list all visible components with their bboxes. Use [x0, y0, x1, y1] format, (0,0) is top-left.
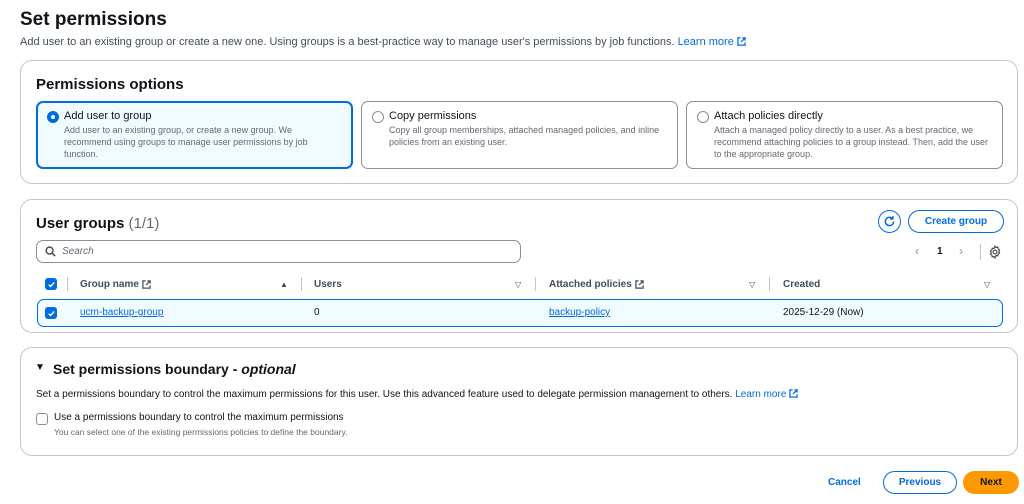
boundary-heading-optional: optional: [241, 361, 296, 377]
user-groups-heading: User groups (1/1): [36, 215, 159, 232]
sort-icon[interactable]: ▽: [984, 280, 990, 289]
column-header-users[interactable]: Users: [314, 273, 342, 295]
option-description: Add user to an existing group, or create…: [64, 125, 308, 159]
pagination-page-number[interactable]: 1: [937, 246, 943, 257]
sort-icon[interactable]: ▽: [515, 280, 521, 289]
create-group-button[interactable]: Create group: [908, 210, 1004, 233]
cancel-button[interactable]: Cancel: [828, 477, 861, 488]
learn-more-link[interactable]: Learn more: [678, 36, 746, 48]
row-checkbox[interactable]: [45, 307, 57, 319]
select-all-checkbox[interactable]: [45, 278, 57, 290]
user-groups-title: User groups: [36, 215, 125, 232]
page-description-text: Add user to an existing group or create …: [20, 36, 675, 48]
checkmark-icon: [47, 281, 55, 288]
radio-unselected-icon[interactable]: [372, 111, 384, 123]
user-groups-count: (1/1): [128, 215, 160, 232]
boundary-description: Set a permissions boundary to control th…: [36, 389, 799, 400]
attached-policy-link[interactable]: backup-policy: [549, 307, 610, 318]
users-count: 0: [314, 307, 320, 318]
external-link-icon: [142, 279, 151, 289]
column-header-attached-policies[interactable]: Attached policies: [549, 273, 644, 295]
search-box: [36, 240, 521, 263]
checkmark-icon: [47, 310, 55, 317]
external-link-icon: [737, 37, 746, 46]
option-description: Attach a managed policy directly to a us…: [714, 125, 989, 159]
sort-icon[interactable]: ▽: [749, 280, 755, 289]
pagination-previous-icon[interactable]: ‹: [915, 244, 919, 258]
group-name-link[interactable]: ucm-backup-group: [80, 307, 163, 318]
radio-unselected-icon[interactable]: [697, 111, 709, 123]
boundary-checkbox[interactable]: [36, 413, 48, 425]
column-divider: [67, 277, 68, 291]
user-groups-panel: User groups (1/1) Create group ‹ 1 › Gro…: [20, 199, 1018, 333]
external-link-icon: [789, 389, 799, 398]
permissions-options-heading: Permissions options: [36, 76, 184, 93]
created-date: 2025-12-29 (Now): [783, 307, 864, 318]
pagination-next-icon[interactable]: ›: [959, 244, 963, 258]
caret-down-icon[interactable]: ▼: [35, 362, 45, 373]
permissions-boundary-panel: ▼ Set permissions boundary - optional Se…: [20, 347, 1018, 456]
option-title: Attach policies directly: [714, 110, 823, 122]
page-description: Add user to an existing group or create …: [20, 36, 746, 48]
boundary-heading[interactable]: Set permissions boundary - optional: [53, 361, 296, 377]
option-attach-policies-directly[interactable]: Attach policies directly Attach a manage…: [686, 101, 1003, 169]
column-divider: [301, 277, 302, 291]
refresh-button[interactable]: [878, 210, 901, 233]
learn-more-label: Learn more: [677, 36, 734, 48]
boundary-learn-more-link[interactable]: Learn more: [735, 389, 799, 400]
pagination-divider: [980, 244, 981, 260]
page-title: Set permissions: [20, 9, 167, 30]
column-header-group-name[interactable]: Group name: [80, 273, 151, 295]
column-header-created[interactable]: Created: [783, 273, 820, 295]
column-header-label: Attached policies: [549, 278, 632, 290]
option-description: Copy all group memberships, attached man…: [389, 125, 660, 147]
column-header-label: Group name: [80, 278, 139, 290]
boundary-checkbox-label[interactable]: Use a permissions boundary to control th…: [54, 412, 344, 423]
boundary-description-text: Set a permissions boundary to control th…: [36, 389, 733, 400]
column-divider: [769, 277, 770, 291]
radio-selected-icon[interactable]: [47, 111, 59, 123]
column-divider: [535, 277, 536, 291]
refresh-icon: [884, 216, 895, 227]
option-copy-permissions[interactable]: Copy permissions Copy all group membersh…: [361, 101, 678, 169]
search-icon: [45, 246, 56, 257]
boundary-checkbox-hint: You can select one of the existing permi…: [54, 427, 348, 437]
gear-icon[interactable]: [988, 245, 1002, 259]
option-title: Copy permissions: [389, 110, 477, 122]
permissions-options-panel: Permissions options Add user to group Ad…: [20, 60, 1018, 184]
sort-ascending-icon[interactable]: ▲: [280, 280, 288, 289]
boundary-heading-text: Set permissions boundary -: [53, 361, 242, 377]
external-link-icon: [635, 279, 644, 289]
next-button[interactable]: Next: [963, 471, 1019, 494]
option-add-user-to-group[interactable]: Add user to group Add user to an existin…: [36, 101, 353, 169]
option-title: Add user to group: [64, 110, 152, 122]
previous-button[interactable]: Previous: [883, 471, 957, 494]
learn-more-label: Learn more: [735, 389, 787, 400]
search-input[interactable]: [62, 246, 512, 257]
